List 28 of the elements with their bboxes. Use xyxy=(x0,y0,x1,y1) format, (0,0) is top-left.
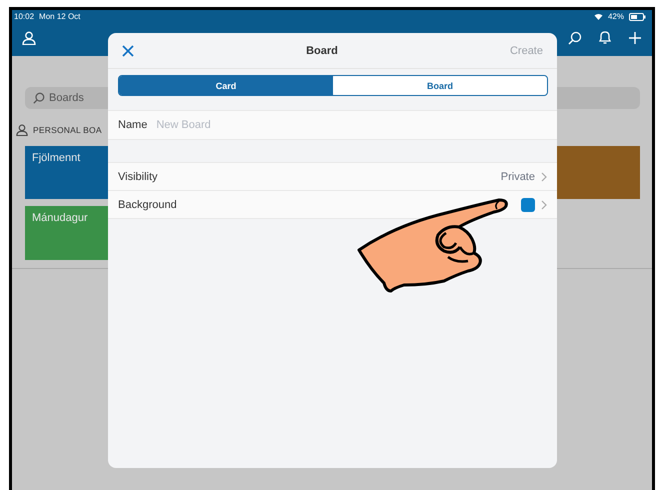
person-icon xyxy=(16,124,28,136)
board-title: Mánudagur xyxy=(32,212,88,224)
board-title: Fjölmennt xyxy=(32,152,80,164)
board-tile[interactable]: Fjölmennt xyxy=(25,146,108,199)
row-label: Visibility xyxy=(118,170,158,182)
segment-tab[interactable]: Card xyxy=(119,76,333,95)
chevron-icon xyxy=(541,200,547,210)
search-icon[interactable] xyxy=(568,30,582,44)
status-time: 10:02 xyxy=(14,12,34,21)
name-label: Name xyxy=(118,119,148,131)
chevron-icon xyxy=(541,172,547,182)
wifi-icon xyxy=(594,13,603,20)
battery-percent: 42% xyxy=(608,12,624,21)
section-title: PERSONAL BOA xyxy=(33,125,102,135)
settings-row[interactable]: Visibility Private xyxy=(108,163,557,191)
status-date: Mon 12 Oct xyxy=(39,12,80,21)
dialog-title: Board xyxy=(306,44,338,56)
close-icon[interactable] xyxy=(122,44,134,56)
battery-icon xyxy=(629,12,646,20)
board-tile[interactable]: Mánudagur xyxy=(25,206,108,260)
add-icon[interactable] xyxy=(628,30,642,44)
bell-icon[interactable] xyxy=(598,30,612,45)
search-icon xyxy=(33,92,45,104)
row-value: Private xyxy=(500,170,535,182)
name-input[interactable]: New Board xyxy=(156,119,306,131)
profile-icon[interactable] xyxy=(22,30,36,44)
row-label: Background xyxy=(118,198,177,210)
segment-tab[interactable]: Board xyxy=(333,76,547,95)
